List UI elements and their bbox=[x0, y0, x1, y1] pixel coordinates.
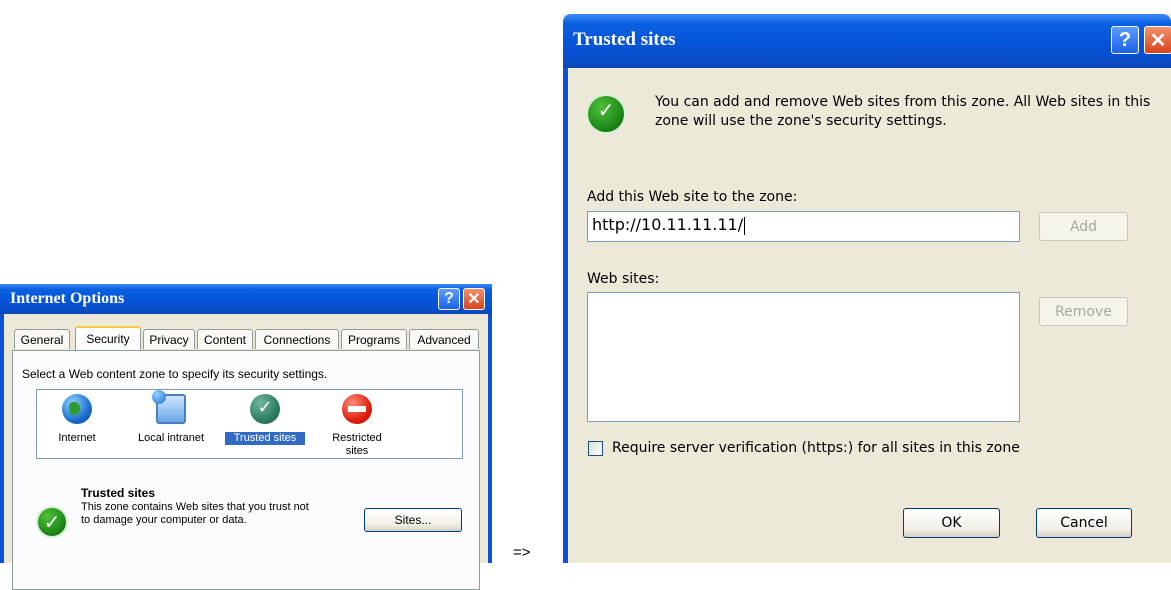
zone-list: Internet Local intranet Trusted sites Re… bbox=[36, 389, 463, 459]
zone-label: Internet bbox=[58, 432, 96, 444]
window-frame-left bbox=[563, 68, 568, 563]
close-button[interactable]: ✕ bbox=[463, 288, 485, 310]
arrow-indicator: => bbox=[513, 544, 531, 561]
remove-button[interactable]: Remove bbox=[1039, 297, 1128, 326]
window-frame-left bbox=[0, 314, 4, 563]
zone-description: This zone contains Web sites that you tr… bbox=[81, 501, 309, 526]
trusted-sites-icon bbox=[250, 394, 280, 424]
question-mark-icon: ? bbox=[1118, 28, 1132, 51]
window-frame-right bbox=[488, 314, 492, 563]
require-https-label: Require server verification (https:) for… bbox=[612, 440, 1020, 456]
sites-button[interactable]: Sites... bbox=[364, 508, 462, 532]
tab-privacy[interactable]: Privacy bbox=[143, 329, 195, 349]
tab-content[interactable]: Content bbox=[197, 329, 253, 349]
intranet-icon bbox=[152, 390, 186, 424]
trusted-check-icon bbox=[586, 94, 626, 134]
window-title: Internet Options bbox=[10, 290, 125, 307]
zone-label-selected: Trusted sites bbox=[225, 432, 305, 445]
trusted-sites-titlebar: Trusted sites ? ✕ bbox=[563, 14, 1171, 68]
security-tab-panel bbox=[12, 350, 480, 590]
tab-security[interactable]: Security bbox=[75, 326, 141, 350]
tab-advanced[interactable]: Advanced bbox=[409, 329, 479, 349]
tab-general[interactable]: General bbox=[14, 329, 70, 349]
close-icon: ✕ bbox=[1149, 29, 1167, 52]
internet-options-titlebar: Internet Options ? ✕ bbox=[0, 284, 492, 314]
websites-label: Web sites: bbox=[587, 271, 660, 287]
cancel-button[interactable]: Cancel bbox=[1036, 508, 1132, 538]
info-text: You can add and remove Web sites from th… bbox=[655, 94, 1151, 129]
help-button[interactable]: ? bbox=[1111, 26, 1139, 54]
zone-label: Restricted sites bbox=[332, 432, 382, 457]
add-button[interactable]: Add bbox=[1039, 212, 1128, 241]
dialog-title: Trusted sites bbox=[573, 29, 676, 50]
add-site-input-value: http://10.11.11.11/ bbox=[592, 215, 744, 234]
zone-restricted-sites[interactable]: Restricted sites bbox=[317, 394, 397, 458]
close-icon: ✕ bbox=[467, 291, 481, 308]
zone-instruction: Select a Web content zone to specify its… bbox=[22, 367, 328, 381]
zone-internet[interactable]: Internet bbox=[47, 394, 107, 445]
zone-label: Local intranet bbox=[137, 432, 205, 444]
tab-programs[interactable]: Programs bbox=[341, 329, 407, 349]
websites-list[interactable] bbox=[587, 292, 1020, 422]
question-mark-icon: ? bbox=[444, 290, 454, 307]
text-caret bbox=[744, 216, 746, 235]
trusted-sites-dialog: Trusted sites ? ✕ You can add and remove… bbox=[563, 14, 1171, 563]
help-button[interactable]: ? bbox=[438, 288, 460, 310]
tab-connections[interactable]: Connections bbox=[255, 329, 339, 349]
close-button[interactable]: ✕ bbox=[1144, 26, 1171, 54]
require-https-checkbox[interactable] bbox=[588, 441, 603, 456]
add-site-input[interactable]: http://10.11.11.11/ bbox=[587, 211, 1020, 242]
ok-button[interactable]: OK bbox=[903, 508, 1000, 538]
zone-trusted-sites[interactable]: Trusted sites bbox=[225, 394, 305, 445]
restricted-icon bbox=[342, 394, 372, 424]
trusted-check-icon bbox=[36, 506, 68, 538]
zone-local-intranet[interactable]: Local intranet bbox=[123, 390, 219, 445]
add-site-label: Add this Web site to the zone: bbox=[587, 189, 798, 205]
globe-icon bbox=[62, 394, 92, 424]
zone-heading: Trusted sites bbox=[81, 486, 156, 500]
